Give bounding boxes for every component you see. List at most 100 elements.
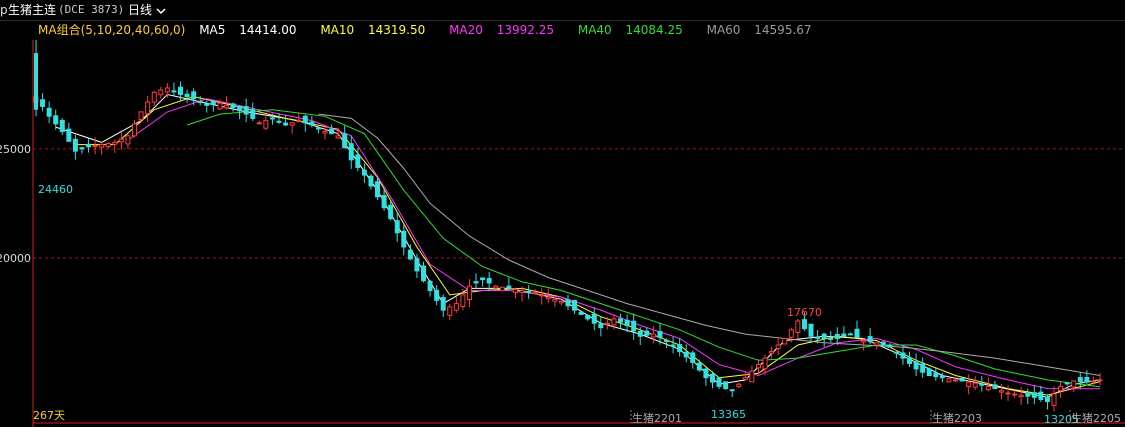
candle-body <box>742 377 748 380</box>
candle-body <box>256 122 262 125</box>
candle-body <box>112 141 118 145</box>
candle-body <box>434 289 440 301</box>
candle-body <box>217 102 223 110</box>
candle-body <box>926 368 932 377</box>
candle-body <box>828 337 834 340</box>
candle-body <box>545 296 551 300</box>
candle-body <box>637 331 643 337</box>
candle-body <box>775 344 781 350</box>
candle-body <box>985 385 991 391</box>
candle-body <box>355 154 361 168</box>
candle-body <box>834 333 840 339</box>
candle-body <box>972 382 978 388</box>
candle-body <box>657 331 663 338</box>
candle-body <box>664 340 670 343</box>
candle-body <box>854 328 860 338</box>
candle-body <box>736 383 742 387</box>
candle-body <box>709 373 715 383</box>
candle-body <box>46 107 52 117</box>
candle-body <box>1071 380 1077 388</box>
candle-body <box>920 363 926 373</box>
candle-body <box>966 381 972 387</box>
candle-body <box>841 333 847 337</box>
candle-body <box>631 320 637 332</box>
candle-body <box>677 344 683 353</box>
price-chart[interactable]: 2500020000 24460176701336513205267天生猪220… <box>0 0 1125 427</box>
candle-body <box>388 204 394 220</box>
candle-body <box>158 89 164 96</box>
candle-body <box>959 377 965 382</box>
candle-body <box>1064 382 1070 385</box>
candle-body <box>782 337 788 345</box>
candle-body <box>585 314 591 320</box>
candle-body <box>329 128 335 135</box>
candle-body <box>493 285 499 289</box>
candle-body <box>440 297 446 311</box>
candle-body <box>368 175 374 187</box>
candle-body <box>53 115 59 125</box>
candle-body <box>486 278 492 284</box>
candle-body <box>801 319 807 330</box>
candle-body <box>565 299 571 307</box>
contract-marker-2203: 生猪2203 <box>932 411 982 425</box>
candle-body <box>696 362 702 371</box>
candle-body <box>72 138 78 152</box>
candle-body <box>933 372 939 378</box>
candle-body <box>506 285 512 289</box>
ma-line-ma20 <box>127 98 1101 390</box>
candle-body <box>939 375 945 379</box>
candle-body <box>591 313 597 324</box>
candle-body <box>59 119 65 133</box>
candle-body <box>204 103 210 106</box>
candle-body <box>145 101 151 115</box>
candle-body <box>847 333 853 336</box>
candle-body <box>1084 377 1090 383</box>
candle-body <box>861 340 867 343</box>
candle-body <box>821 333 827 339</box>
candle-body <box>1038 391 1044 400</box>
ma-line-ma60 <box>318 113 1101 376</box>
candle-body <box>381 195 387 209</box>
candle-body <box>407 249 413 260</box>
candle-body <box>624 319 630 326</box>
candle-body <box>164 87 170 93</box>
candle-body <box>1031 392 1037 398</box>
candle-body <box>512 288 518 293</box>
candle-body <box>184 93 190 98</box>
candle-body <box>473 281 479 284</box>
candle-body <box>99 144 105 148</box>
candle-body <box>644 330 650 336</box>
candle-body <box>611 318 617 326</box>
candle-body <box>604 322 610 325</box>
candle-body <box>171 90 177 93</box>
candle-body <box>749 370 755 383</box>
candle-body <box>79 147 85 150</box>
candle-body <box>289 122 295 126</box>
candle-body <box>66 128 72 142</box>
candle-body <box>40 99 46 107</box>
candle-body <box>598 323 604 329</box>
candle-body <box>670 344 676 347</box>
candle-body <box>1044 396 1050 403</box>
candle-body <box>223 104 229 109</box>
candle-body <box>558 300 564 304</box>
candle-body <box>296 120 302 123</box>
candle-body <box>1005 392 1011 395</box>
candle-body <box>815 336 821 339</box>
candle-body <box>230 103 236 109</box>
candle-body <box>237 106 243 112</box>
ma-line-ma10 <box>75 96 1101 396</box>
candle-body <box>900 352 906 359</box>
candle-body <box>375 181 381 198</box>
extreme-low-label-1: 24460 <box>38 183 73 196</box>
candle-body <box>953 379 959 382</box>
candle-body <box>447 306 453 316</box>
candle-body <box>867 336 873 343</box>
candle-body <box>342 133 348 149</box>
candle-body <box>946 378 952 383</box>
candle-body <box>197 101 203 104</box>
candle-body <box>138 111 144 120</box>
candle-body <box>519 290 525 293</box>
candle-body <box>302 115 308 124</box>
candle-body <box>1012 393 1018 396</box>
